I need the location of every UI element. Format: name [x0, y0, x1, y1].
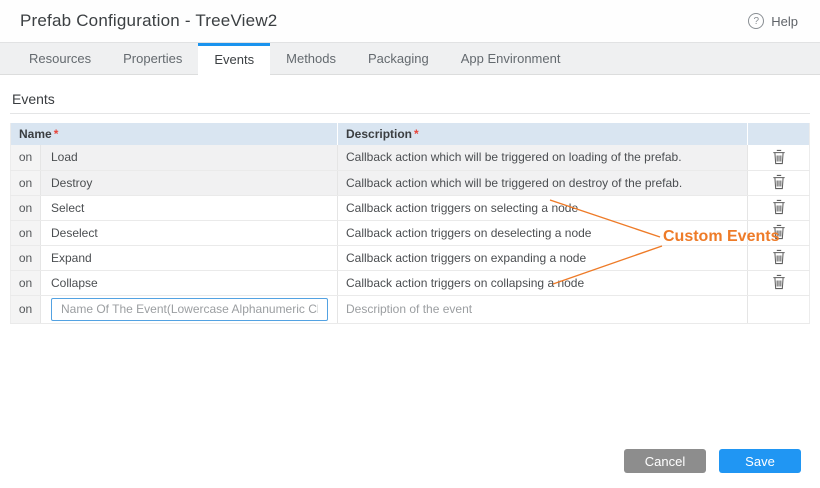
new-event-name-input[interactable] — [51, 297, 328, 321]
trash-icon — [772, 174, 785, 190]
event-name: Destroy — [40, 170, 338, 196]
new-event-name-cell — [40, 295, 338, 324]
footer-actions: Cancel Save — [624, 449, 801, 473]
event-row: on Destroy Callback action which will be… — [10, 170, 810, 196]
event-prefix: on — [10, 220, 41, 246]
tab-label: Packaging — [368, 51, 429, 66]
event-row: on Select Callback action triggers on se… — [10, 195, 810, 221]
events-panel: Events Name * Description * on Load Callba… — [0, 91, 820, 324]
event-row: on Collapse Callback action triggers on … — [10, 270, 810, 296]
delete-event-button[interactable] — [768, 197, 790, 217]
new-event-action-cell — [747, 295, 810, 324]
event-description: Callback action triggers on collapsing a… — [337, 270, 748, 296]
tab-properties[interactable]: Properties — [107, 43, 198, 74]
event-action-cell — [747, 245, 810, 271]
trash-icon — [772, 249, 785, 265]
event-name: Select — [40, 195, 338, 221]
tab-app-environment[interactable]: App Environment — [445, 43, 577, 74]
table-header-row: Name * Description * — [10, 123, 810, 145]
section-divider — [10, 113, 810, 114]
tab-label: Events — [214, 52, 255, 67]
events-table: Name * Description * on Load Callback acti… — [10, 123, 810, 324]
tab-packaging[interactable]: Packaging — [352, 43, 445, 74]
event-name: Expand — [40, 245, 338, 271]
event-action-cell — [747, 220, 810, 246]
question-mark-circle-icon: ? — [748, 13, 765, 29]
tab-methods[interactable]: Methods — [270, 43, 352, 74]
events-table-body: on Load Callback action which will be tr… — [10, 145, 810, 324]
tab-bar: Resources Properties Events Methods Packagin… — [0, 42, 820, 75]
event-description: Callback action which will be triggered … — [337, 145, 748, 171]
column-header-description: Description * — [337, 123, 748, 145]
event-action-cell — [747, 145, 810, 171]
save-button[interactable]: Save — [719, 449, 801, 473]
tab-label: Resources — [29, 51, 92, 66]
tab-events[interactable]: Events — [198, 43, 271, 75]
tab-label: Properties — [123, 51, 183, 66]
cancel-button[interactable]: Cancel — [624, 449, 706, 473]
trash-icon — [772, 149, 785, 164]
event-prefix: on — [10, 270, 41, 296]
delete-event-button[interactable] — [768, 147, 790, 167]
new-event-description-input[interactable] — [346, 302, 739, 316]
required-marker: * — [414, 127, 419, 141]
page-title: Prefab Configuration - TreeView2 — [20, 11, 278, 30]
new-event-row: on — [10, 295, 810, 324]
event-action-cell — [747, 195, 810, 221]
event-name: Collapse — [40, 270, 338, 296]
event-description: Callback action triggers on expanding a … — [337, 245, 748, 271]
delete-event-button[interactable] — [768, 172, 790, 192]
event-description: Callback action triggers on selecting a … — [337, 195, 748, 221]
trash-icon — [772, 224, 785, 240]
section-title: Events — [12, 91, 55, 107]
event-description: Callback action which will be triggered … — [337, 170, 748, 196]
delete-event-button[interactable] — [768, 272, 790, 292]
event-name: Deselect — [40, 220, 338, 246]
new-event-description-cell — [337, 295, 748, 324]
title-bar: Prefab Configuration - TreeView2 ? Help — [0, 0, 820, 42]
event-prefix: on — [10, 245, 41, 271]
tab-label: Methods — [286, 51, 337, 66]
help-button[interactable]: ? Help — [748, 13, 798, 29]
delete-event-button[interactable] — [768, 247, 790, 267]
event-row: on Deselect Callback action triggers on … — [10, 220, 810, 246]
tab-resources[interactable]: Resources — [13, 43, 107, 74]
event-description: Callback action triggers on deselecting … — [337, 220, 748, 246]
event-name: Load — [40, 145, 338, 171]
event-row: on Expand Callback action triggers on ex… — [10, 245, 810, 271]
event-prefix: on — [10, 195, 41, 221]
required-marker: * — [53, 127, 59, 141]
trash-icon — [772, 274, 785, 290]
event-row: on Load Callback action which will be tr… — [10, 145, 810, 171]
event-prefix: on — [10, 295, 41, 324]
help-label: Help — [771, 13, 798, 29]
delete-event-button[interactable] — [768, 222, 790, 242]
event-action-cell — [747, 170, 810, 196]
column-header-actions — [747, 123, 810, 145]
tab-label: App Environment — [460, 51, 561, 66]
column-header-name: Name * — [10, 123, 338, 145]
event-prefix: on — [10, 145, 41, 171]
event-prefix: on — [10, 170, 41, 196]
event-action-cell — [747, 270, 810, 296]
trash-icon — [772, 199, 785, 215]
